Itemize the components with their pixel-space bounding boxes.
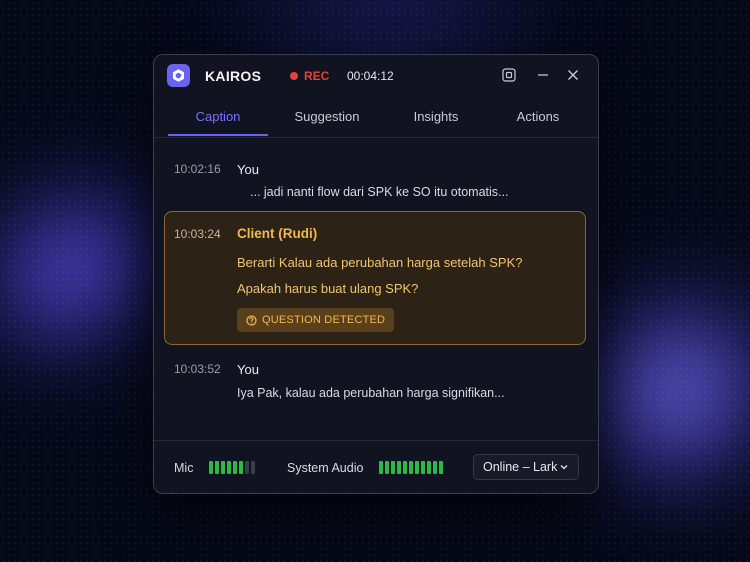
mic-label: Mic [174, 461, 194, 475]
tab-insights[interactable]: Insights [386, 96, 486, 136]
message-text: ... jadi nanti flow dari SPK ke SO itu o… [250, 185, 509, 199]
chevron-down-icon [560, 465, 568, 470]
meter-bar [209, 461, 213, 474]
recording-indicator: REC [290, 69, 329, 83]
mic-level-meter [209, 461, 255, 474]
message-time: 10:03:52 [174, 362, 221, 376]
message-text: Iya Pak, kalau ada perubahan harga signi… [237, 386, 505, 400]
question-transcript-item: 10:03:24 Client (Rudi) Berarti Kalau ada… [164, 211, 586, 345]
meter-bar [227, 461, 231, 474]
meter-bar [215, 461, 219, 474]
meter-bar [379, 461, 383, 474]
app-window: KAIROS REC 00:04:12 Caption Suggestion I… [153, 54, 599, 494]
message-time: 10:03:24 [174, 227, 221, 241]
system-audio-label: System Audio [287, 461, 364, 475]
pip-icon [502, 68, 516, 82]
message-line: Apakah harus buat ulang SPK? [237, 281, 419, 296]
meter-bar [221, 461, 225, 474]
rec-label: REC [304, 69, 330, 83]
tab-suggestion[interactable]: Suggestion [277, 96, 377, 136]
meter-bar [421, 461, 425, 474]
message-speaker: You [237, 162, 259, 177]
close-icon [568, 70, 578, 80]
audio-source-value: Online – Lark [483, 460, 558, 474]
tab-actions[interactable]: Actions [488, 96, 588, 136]
message-time: 10:02:16 [174, 162, 221, 176]
meter-bar [427, 461, 431, 474]
meter-bar [403, 461, 407, 474]
app-name: KAIROS [205, 68, 262, 84]
tab-bar: Caption Suggestion Insights Actions [154, 96, 598, 138]
minimize-button[interactable] [534, 66, 552, 84]
meter-bar [239, 461, 243, 474]
tab-caption[interactable]: Caption [168, 96, 268, 136]
rec-dot-icon [290, 72, 298, 80]
audio-source-select[interactable]: Online – Lark [473, 454, 579, 480]
message-line: Berarti Kalau ada perubahan harga setela… [237, 255, 523, 270]
message-speaker: Client (Rudi) [237, 226, 318, 241]
meter-bar [397, 461, 401, 474]
meter-bar [251, 461, 255, 474]
audio-footer: Mic System Audio Online – Lark [154, 440, 598, 493]
meter-bar [409, 461, 413, 474]
badge-label: QUESTION DETECTED [262, 314, 386, 326]
meter-bar [415, 461, 419, 474]
meter-bar [385, 461, 389, 474]
close-button[interactable] [564, 66, 582, 84]
question-icon [246, 314, 257, 326]
meter-bar [245, 461, 249, 474]
kairos-logo-icon [167, 64, 190, 87]
minimize-icon [538, 74, 548, 76]
pip-button[interactable] [500, 66, 518, 84]
meter-bar [433, 461, 437, 474]
recording-timer: 00:04:12 [347, 69, 394, 83]
message-speaker: You [237, 362, 259, 377]
question-detected-badge: QUESTION DETECTED [237, 308, 395, 332]
active-tab-indicator [168, 134, 268, 136]
meter-bar [439, 461, 443, 474]
title-bar[interactable]: KAIROS REC 00:04:12 [154, 55, 598, 96]
meter-bar [391, 461, 395, 474]
meter-bar [233, 461, 237, 474]
system-audio-level-meter [379, 461, 443, 474]
